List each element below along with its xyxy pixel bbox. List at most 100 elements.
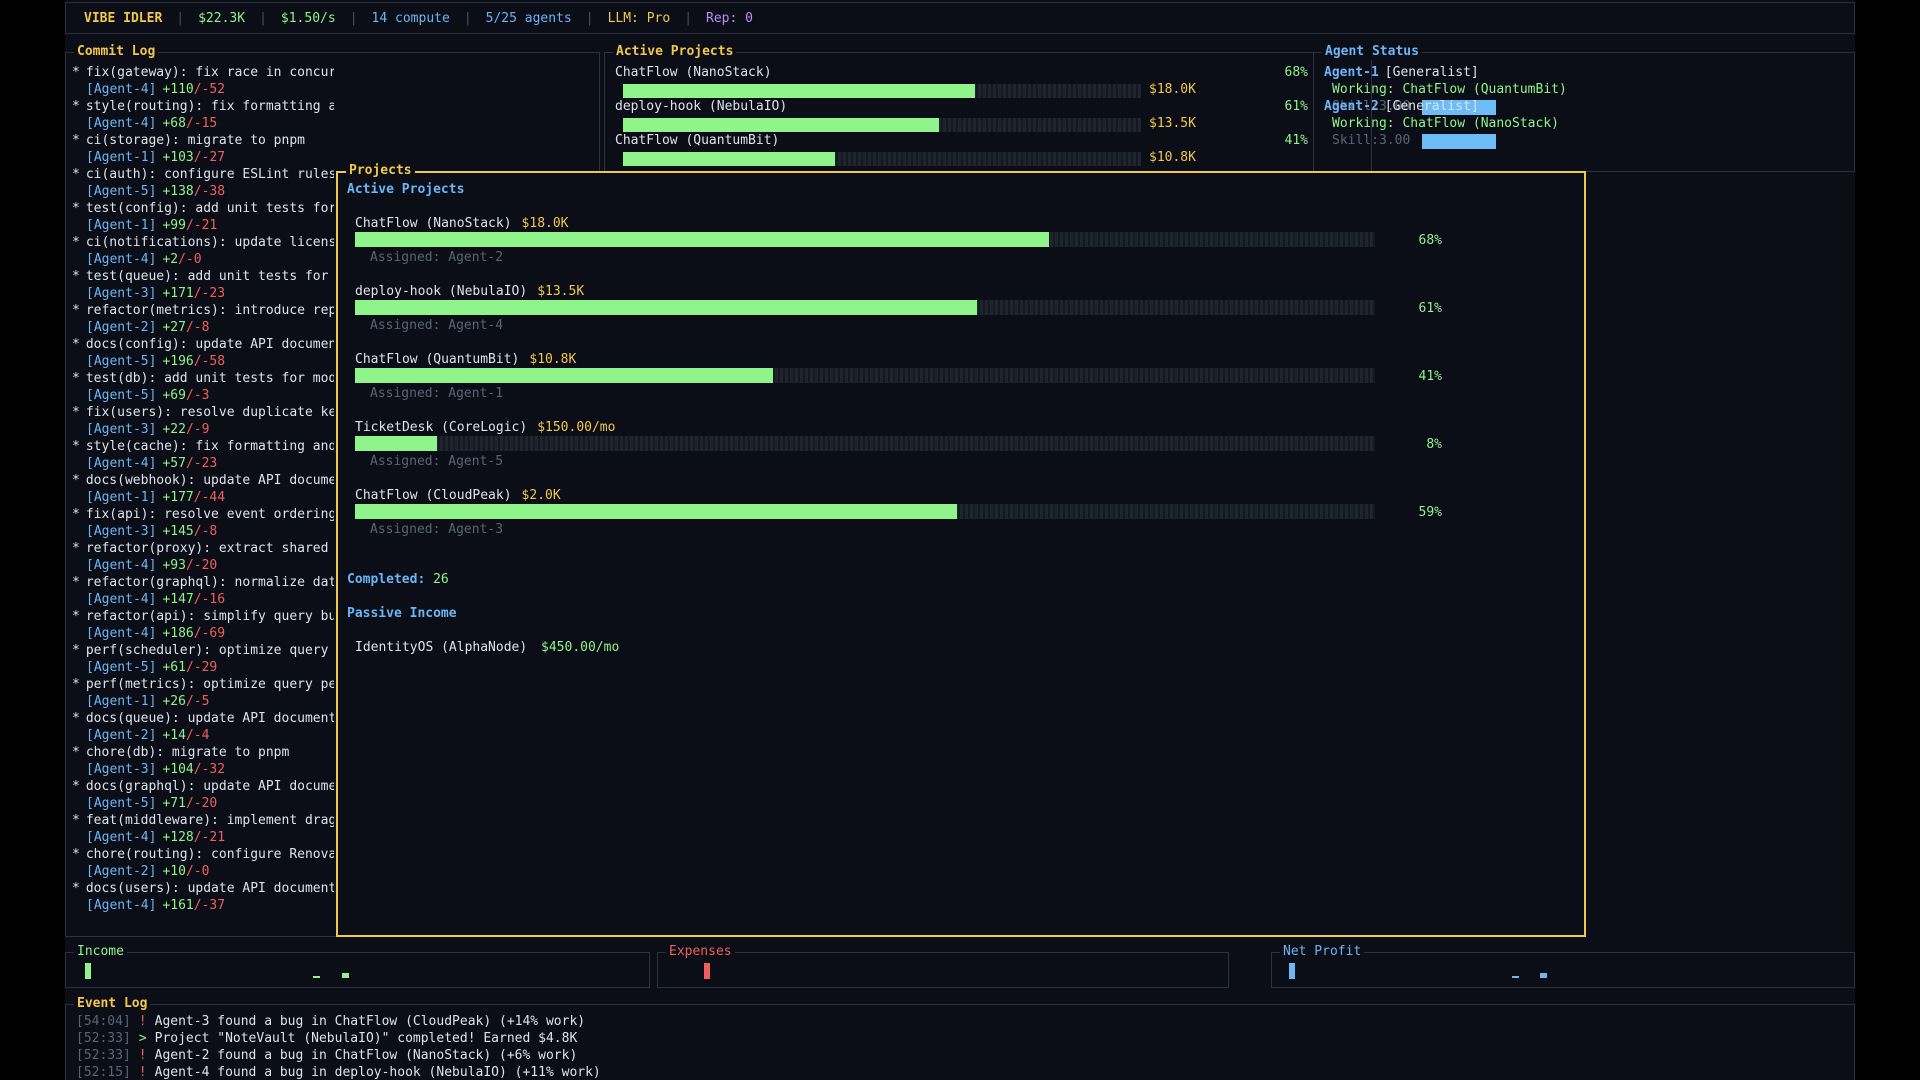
commit-bullet: *	[72, 201, 80, 216]
active-project-value: $18.0K	[1149, 82, 1196, 97]
agent-entry[interactable]: Agent-1 [Generalist]	[1324, 65, 1479, 81]
commit-stats: [Agent-3] +104/-32	[86, 762, 225, 778]
commit-additions: +14	[162, 728, 186, 743]
commit-deletions: /-16	[193, 592, 226, 607]
net-profit-bar	[1540, 973, 1547, 978]
commit-entry[interactable]: * refactor(proxy): extract shared ut	[72, 541, 334, 557]
commit-entry[interactable]: * docs(webhook): update API document	[72, 473, 334, 489]
project-progress-fill	[355, 504, 957, 519]
project-progress-fill	[355, 232, 1049, 247]
expenses-bar	[704, 963, 710, 979]
active-project-name: deploy-hook (NebulaIO)	[615, 99, 788, 114]
commit-entry[interactable]: * chore(routing): configure Renovate	[72, 847, 334, 863]
commit-bullet: *	[72, 405, 80, 420]
commit-additions: +104	[162, 762, 194, 777]
commit-entry[interactable]: * style(cache): fix formatting and l	[72, 439, 334, 455]
event-timestamp: [52:15]	[76, 1065, 131, 1080]
project-value: $2.0K	[521, 488, 561, 503]
commit-stats: [Agent-5] +138/-38	[86, 184, 225, 200]
project-assignee: Assigned: Agent-5	[370, 454, 504, 469]
commit-entry[interactable]: * test(config): add unit tests for m	[72, 201, 334, 217]
commit-stats: [Agent-4] +2/-0	[86, 252, 202, 268]
commit-stats: [Agent-5] +196/-58	[86, 354, 225, 370]
commit-entry[interactable]: * refactor(graphql): normalize datab	[72, 575, 334, 591]
commit-entry[interactable]: * fix(gateway): fix race in concurrent wr…	[72, 65, 334, 81]
commit-deletions: /-20	[185, 558, 218, 573]
commit-message: refactor(proxy): extract shared ut	[85, 541, 334, 556]
event-log-panel: Event Log [54:04]! Agent-3 found a bug in…	[65, 996, 1855, 1080]
project-item[interactable]: ChatFlow (QuantumBit) $10.8K	[355, 352, 576, 368]
agent-count: 5/25 agents	[485, 10, 572, 26]
commit-entry[interactable]: * perf(metrics): optimize query perf	[72, 677, 334, 693]
money-display: $22.3K	[198, 10, 246, 26]
commit-bullet: *	[72, 643, 80, 658]
agent-status-title: Agent Status	[1322, 44, 1422, 60]
commit-entry[interactable]: * docs(graphql): update API document	[72, 779, 334, 795]
commit-deletions: /-58	[193, 354, 226, 369]
commit-deletions: /-8	[193, 524, 218, 539]
event-entry[interactable]: [54:04]! Agent-3 found a bug in ChatFlow …	[76, 1014, 585, 1030]
commit-deletions: /-0	[178, 252, 202, 267]
commit-additions: +27	[162, 320, 186, 335]
separator: |	[176, 10, 185, 26]
commit-agent: [Agent-2]	[86, 320, 157, 335]
active-project-progress-fill	[623, 152, 836, 166]
status-bar: VIBE IDLER | $22.3K | $1.50/s | 14 compu…	[65, 2, 1855, 34]
event-entry[interactable]: [52:15]! Agent-4 found a bug in deploy-ho…	[76, 1065, 601, 1080]
project-percent: 41%	[1418, 369, 1442, 384]
commit-deletions: /-32	[193, 762, 226, 777]
commit-entry[interactable]: * chore(db): migrate to pnpm	[72, 745, 334, 761]
commit-entry[interactable]: * refactor(metrics): introduce repos	[72, 303, 334, 319]
commit-bullet: *	[72, 881, 80, 896]
commit-entry[interactable]: * docs(config): update API documenta	[72, 337, 334, 353]
commit-deletions: /-8	[185, 320, 210, 335]
commit-entry[interactable]: * test(db): add unit tests for modul	[72, 371, 334, 387]
commit-message: ci(auth): configure ESLint rules	[85, 167, 334, 182]
commit-stats: [Agent-1] +26/-5	[86, 694, 209, 710]
event-text: Agent-2 found a bug in ChatFlow (NanoSta…	[154, 1048, 578, 1063]
commit-entry[interactable]: * fix(api): resolve event ordering b	[72, 507, 334, 523]
commit-stats: [Agent-1] +99/-21	[86, 218, 217, 234]
commit-agent: [Agent-4]	[86, 116, 157, 131]
commit-stats: [Agent-1] +103/-27	[86, 150, 225, 166]
project-percent: 61%	[1418, 301, 1442, 316]
separator: |	[684, 10, 693, 26]
commit-message: fix(gateway): fix race in concurrent wri…	[85, 65, 334, 80]
commit-message: fix(users): resolve duplicate key	[85, 405, 334, 420]
project-item[interactable]: deploy-hook (NebulaIO) $13.5K	[355, 284, 584, 300]
project-item[interactable]: TicketDesk (CoreLogic) $150.00/mo	[355, 420, 615, 436]
agent-entry[interactable]: Agent-2 [Generalist]	[1324, 99, 1479, 115]
active-project-value: $10.8K	[1149, 150, 1196, 165]
commit-entry[interactable]: * fix(users): resolve duplicate key	[72, 405, 334, 421]
event-timestamp: [52:33]	[76, 1048, 131, 1063]
commit-entry[interactable]: * feat(middleware): implement drag-a	[72, 813, 334, 829]
commit-entry[interactable]: * refactor(api): simplify query buil	[72, 609, 334, 625]
commit-entry[interactable]: * docs(queue): update API documentat	[72, 711, 334, 727]
project-item[interactable]: ChatFlow (CloudPeak) $2.0K	[355, 488, 561, 504]
commit-additions: +196	[162, 354, 194, 369]
commit-entry[interactable]: * style(routing): fix formatting and lint…	[72, 99, 334, 115]
commit-entry[interactable]: * test(queue): add unit tests for mo	[72, 269, 334, 285]
event-entry[interactable]: [52:33]! Agent-2 found a bug in ChatFlow …	[76, 1048, 577, 1064]
commit-agent: [Agent-1]	[86, 218, 157, 233]
event-entry[interactable]: [52:33] > Project "NoteVault (NebulaIO)" c…	[76, 1031, 577, 1047]
bug-alert-icon: !	[138, 1014, 147, 1029]
commit-deletions: /-29	[185, 660, 218, 675]
commit-message: ci(storage): migrate to pnpm	[85, 133, 305, 148]
commit-deletions: /-44	[193, 490, 226, 505]
project-item[interactable]: ChatFlow (NanoStack) $18.0K	[355, 216, 569, 232]
commit-bullet: *	[72, 507, 80, 522]
commit-agent: [Agent-5]	[86, 660, 157, 675]
commit-message: docs(config): update API documenta	[85, 337, 334, 352]
commit-entry[interactable]: * ci(auth): configure ESLint rules	[72, 167, 334, 183]
commit-deletions: /-69	[193, 626, 226, 641]
project-percent: 59%	[1418, 505, 1442, 520]
commit-deletions: /-20	[185, 796, 218, 811]
commit-entry[interactable]: * ci(storage): migrate to pnpm	[72, 133, 334, 149]
commit-stats: [Agent-3] +145/-8	[86, 524, 217, 540]
commit-entry[interactable]: * perf(scheduler): optimize query pe	[72, 643, 334, 659]
passive-income-value: $450.00/mo	[541, 640, 620, 655]
separator: |	[463, 10, 472, 26]
commit-entry[interactable]: * docs(users): update API documentat	[72, 881, 334, 897]
commit-entry[interactable]: * ci(notifications): update license	[72, 235, 334, 251]
